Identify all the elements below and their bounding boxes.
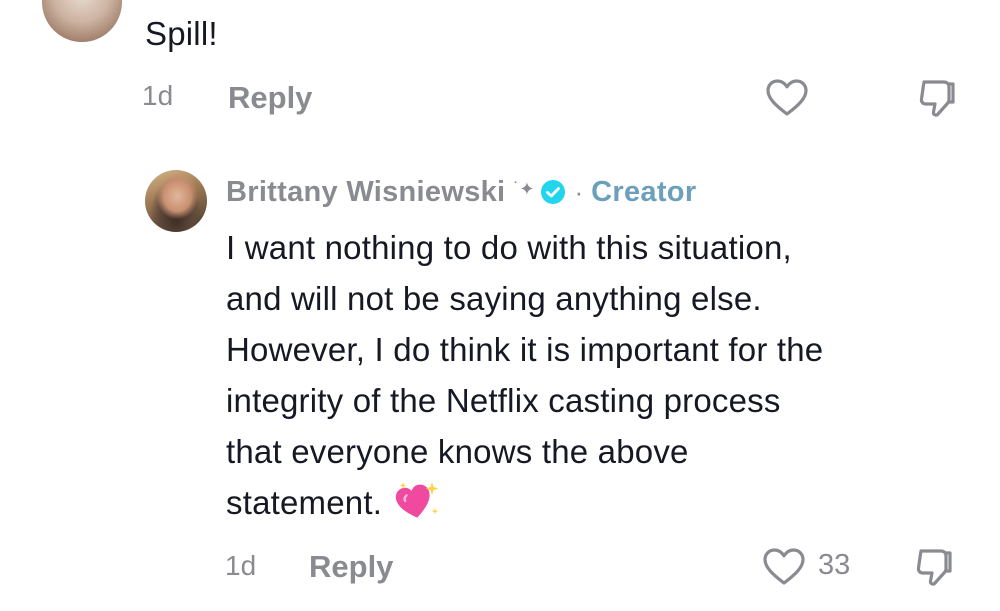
thumbs-down-icon[interactable] xyxy=(917,78,957,120)
text-line: integrity of the Netflix casting process xyxy=(226,382,781,419)
author-name[interactable]: Brittany Wisniewski xyxy=(226,176,505,209)
like-count: 33 xyxy=(818,549,851,581)
creator-avatar[interactable] xyxy=(145,170,207,232)
text-line: statement. xyxy=(226,484,383,521)
sparkle-icon: ˙✦ xyxy=(513,178,535,199)
sparkling-heart-emoji xyxy=(395,482,439,518)
creator-label: Creator xyxy=(591,175,697,208)
commenter-avatar[interactable] xyxy=(42,0,122,42)
reply-comment-text: I want nothing to do with this situation… xyxy=(226,222,986,528)
verified-check-icon xyxy=(541,180,566,204)
text-line: that everyone knows the above xyxy=(226,433,689,470)
text-line: I want nothing to do with this situation… xyxy=(226,229,792,266)
reply-button[interactable]: Reply xyxy=(309,549,393,585)
thumbs-down-icon[interactable] xyxy=(914,547,954,589)
text-line: However, I do think it is important for … xyxy=(226,331,824,368)
comment-timestamp: 1d xyxy=(142,80,174,111)
heart-outline-icon[interactable] xyxy=(762,547,806,587)
reply-button[interactable]: Reply xyxy=(228,80,312,116)
text-line-last: statement. xyxy=(226,477,986,528)
heart-outline-icon[interactable] xyxy=(765,78,809,118)
author-row: Brittany Wisniewski ˙✦ · Creator xyxy=(226,172,696,212)
separator-dot: · xyxy=(574,176,584,207)
comment-timestamp: 1d xyxy=(225,550,257,581)
comment-text: Spill! xyxy=(145,15,218,52)
text-line: and will not be saying anything else. xyxy=(226,280,762,317)
